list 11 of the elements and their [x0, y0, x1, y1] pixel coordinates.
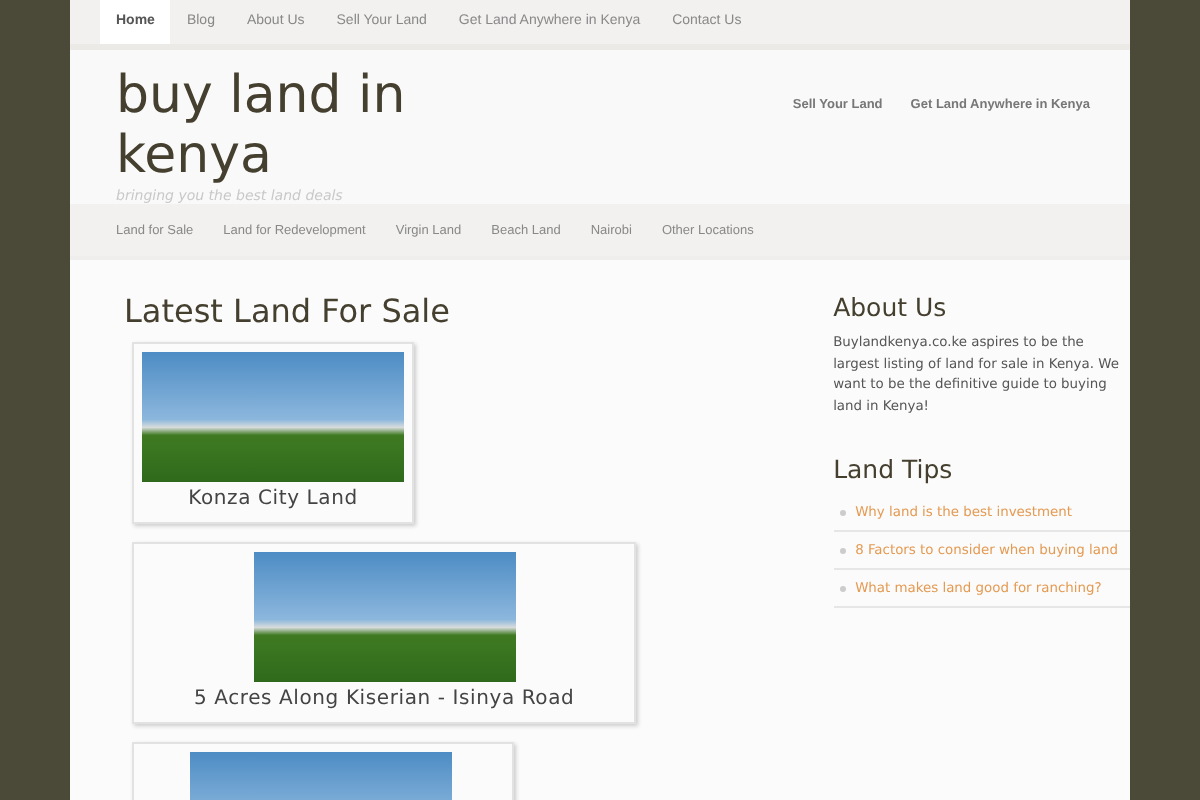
bullet-icon — [839, 547, 846, 553]
widget-heading: Land Tips — [833, 454, 955, 484]
post-title[interactable]: 5 Acres Along Kiserian - Isinya Road — [194, 688, 575, 710]
section-heading: Latest Land For Sale — [124, 292, 452, 330]
post-card[interactable]: 5 Acres Along Kiserian - Isinya Road — [132, 542, 637, 724]
site-title[interactable]: buy land in kenya — [116, 66, 456, 186]
widget-heading: About Us — [833, 292, 949, 322]
bullet-icon — [839, 509, 846, 515]
post-card[interactable]: Konza City Land — [132, 342, 414, 524]
bullet-icon — [839, 585, 846, 591]
post-title[interactable]: Konza City Land — [188, 488, 358, 510]
